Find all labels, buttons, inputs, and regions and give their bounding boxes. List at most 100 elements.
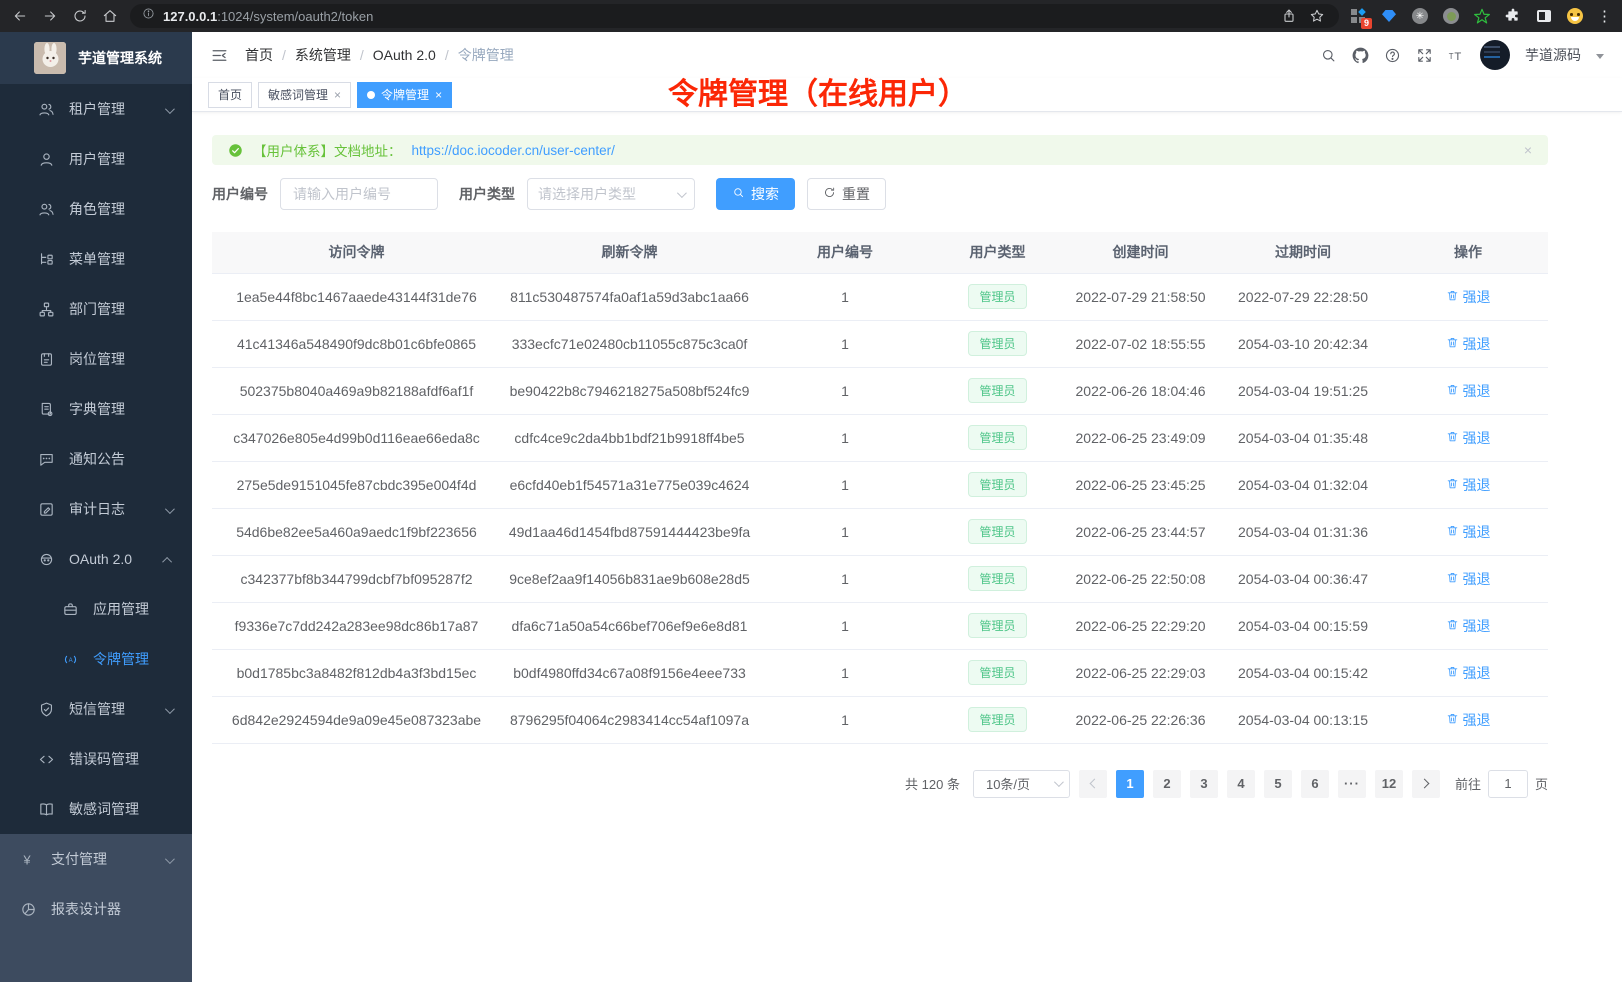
extensions-puzzle-icon[interactable] <box>1504 7 1522 25</box>
page-button-3[interactable]: 3 <box>1190 770 1218 798</box>
chevron-down-icon[interactable] <box>1596 54 1604 59</box>
table-header-row: 访问令牌刷新令牌用户编号用户类型创建时间过期时间操作 <box>212 232 1548 273</box>
bookmark-star-icon[interactable] <box>1307 6 1327 26</box>
sidebar-item[interactable]: ¥支付管理 <box>0 834 192 884</box>
force-logout-button[interactable]: 强退 <box>1446 428 1491 448</box>
page-button-2[interactable]: 2 <box>1153 770 1181 798</box>
table-row: 502375b8040a469a9b82188afdf6af1fbe90422b… <box>212 367 1548 414</box>
table-row: c342377bf8b344799dcbf7bf095287f29ce8ef2a… <box>212 555 1548 602</box>
search-button[interactable]: 搜索 <box>716 178 795 210</box>
browser-forward-icon[interactable] <box>40 6 60 26</box>
extension-gem-icon[interactable] <box>1380 7 1398 25</box>
breadcrumb-item[interactable]: OAuth 2.0 <box>373 47 436 63</box>
close-icon[interactable]: × <box>334 89 341 101</box>
sidebar-item[interactable]: A令牌管理 <box>0 634 192 684</box>
collapse-sidebar-icon[interactable] <box>210 46 229 65</box>
trash-icon <box>1446 289 1459 305</box>
more-pages-button[interactable]: ··· <box>1338 770 1366 798</box>
sidebar-item[interactable]: 通知公告 <box>0 434 192 484</box>
sidebar-item[interactable]: 菜单管理 <box>0 234 192 284</box>
extension-star-icon[interactable] <box>1473 7 1491 25</box>
site-info-icon[interactable] <box>142 7 155 25</box>
logo-bar: 芋道管理系统 <box>0 32 192 84</box>
sidebar-item[interactable]: 敏感词管理 <box>0 784 192 834</box>
github-icon[interactable] <box>1352 47 1369 64</box>
reset-button[interactable]: 重置 <box>807 178 886 210</box>
prev-page-button[interactable] <box>1079 770 1107 798</box>
fullscreen-icon[interactable] <box>1416 47 1433 64</box>
alert-doc-link[interactable]: https://doc.iocoder.cn/user-center/ <box>412 143 615 158</box>
shield-icon <box>38 701 55 718</box>
alert-close-icon[interactable]: × <box>1524 142 1532 158</box>
share-icon[interactable] <box>1279 6 1299 26</box>
browser-menu-icon[interactable]: ⋮ <box>1597 7 1612 25</box>
force-logout-button[interactable]: 强退 <box>1446 616 1491 636</box>
goto-page-input[interactable] <box>1488 770 1528 798</box>
page-button-4[interactable]: 4 <box>1227 770 1255 798</box>
force-logout-button[interactable]: 强退 <box>1446 522 1491 542</box>
force-logout-button[interactable]: 强退 <box>1446 710 1491 730</box>
browser-home-icon[interactable] <box>100 6 120 26</box>
user-type-badge: 管理员 <box>968 519 1026 544</box>
side-panel-icon[interactable] <box>1535 7 1553 25</box>
refresh-token-cell: 8796295f04064c2983414cc54af1097a <box>501 696 758 743</box>
extension-record-icon[interactable] <box>1442 7 1460 25</box>
sidebar-item[interactable]: 部门管理 <box>0 284 192 334</box>
force-logout-button[interactable]: 强退 <box>1446 663 1491 683</box>
trash-icon <box>1446 665 1459 681</box>
avatar[interactable] <box>1480 40 1510 70</box>
force-logout-button[interactable]: 强退 <box>1446 569 1491 589</box>
extension-circle-icon[interactable]: ✳ <box>1411 7 1429 25</box>
force-logout-button[interactable]: 强退 <box>1446 287 1491 307</box>
sidebar-item[interactable]: 岗位管理 <box>0 334 192 384</box>
user-id-cell: 1 <box>758 461 932 508</box>
page-button-5[interactable]: 5 <box>1264 770 1292 798</box>
font-size-icon[interactable]: TT <box>1448 47 1465 64</box>
address-bar[interactable]: 127.0.0.1:1024/system/oauth2/token <box>130 4 1339 28</box>
extension-grid-icon[interactable]: 9 <box>1349 7 1367 25</box>
force-logout-button[interactable]: 强退 <box>1446 381 1491 401</box>
user-type-cell: 管理员 <box>932 696 1063 743</box>
user-type-select[interactable]: 请选择用户类型 <box>527 178 695 210</box>
breadcrumb-item[interactable]: 系统管理 <box>295 45 351 65</box>
sidebar-item-label: 支付管理 <box>51 849 107 869</box>
actions-cell: 强退 <box>1388 602 1548 649</box>
user-type-cell: 管理员 <box>932 367 1063 414</box>
tag-首页[interactable]: 首页 <box>208 82 252 108</box>
sidebar-item[interactable]: 应用管理 <box>0 584 192 634</box>
sidebar-item[interactable]: 短信管理 <box>0 684 192 734</box>
browser-reload-icon[interactable] <box>70 6 90 26</box>
breadcrumb-item[interactable]: 首页 <box>245 45 273 65</box>
sidebar-item[interactable]: 租户管理 <box>0 84 192 134</box>
close-icon[interactable]: × <box>435 89 442 101</box>
sidebar-item[interactable]: 审计日志 <box>0 484 192 534</box>
user-name[interactable]: 芋道源码 <box>1525 45 1581 65</box>
search-icon[interactable] <box>1320 47 1337 64</box>
page-button-6[interactable]: 6 <box>1301 770 1329 798</box>
create-time-cell: 2022-06-26 18:04:46 <box>1063 367 1218 414</box>
tag-敏感词管理[interactable]: 敏感词管理× <box>258 82 351 108</box>
user-id-input[interactable] <box>280 178 438 210</box>
sidebar-item[interactable]: 用户管理 <box>0 134 192 184</box>
edit-icon <box>38 501 55 518</box>
page-button-1[interactable]: 1 <box>1116 770 1144 798</box>
user-id-cell: 1 <box>758 649 932 696</box>
browser-back-icon[interactable] <box>10 6 30 26</box>
page-button-12[interactable]: 12 <box>1375 770 1403 798</box>
next-page-button[interactable] <box>1412 770 1440 798</box>
sidebar-item[interactable]: 错误码管理 <box>0 734 192 784</box>
user-type-cell: 管理员 <box>932 461 1063 508</box>
sidebar-item[interactable]: 角色管理 <box>0 184 192 234</box>
sidebar-item[interactable]: 报表设计器 <box>0 884 192 934</box>
page-size-select[interactable]: 10条/页 <box>973 770 1070 798</box>
annotation-title: 令牌管理（在线用户） <box>668 69 968 113</box>
chevron-left-icon <box>1090 779 1100 789</box>
chevron-up-icon <box>165 551 172 567</box>
sidebar-item[interactable]: 字典管理 <box>0 384 192 434</box>
help-icon[interactable] <box>1384 47 1401 64</box>
force-logout-button[interactable]: 强退 <box>1446 475 1491 495</box>
sidebar-item[interactable]: OAuth 2.0 <box>0 534 192 584</box>
force-logout-button[interactable]: 强退 <box>1446 334 1491 354</box>
tag-令牌管理[interactable]: 令牌管理× <box>357 82 452 108</box>
profile-avatar-icon[interactable] <box>1566 7 1584 25</box>
